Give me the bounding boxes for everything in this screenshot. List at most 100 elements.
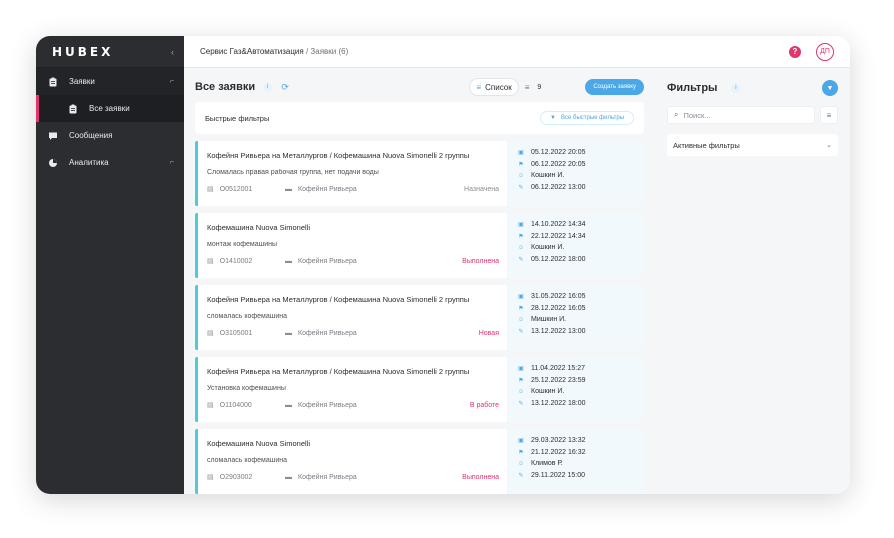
sidebar-item-messages[interactable]: Сообщения [36, 122, 184, 149]
wrench-icon: ✎ [518, 185, 524, 192]
request-title[interactable]: Кофемашина Nuova Simonelli [207, 223, 499, 232]
logo: HUBEX [52, 44, 114, 59]
document-icon: ▤ [207, 258, 214, 265]
assignee: Кошкин И. [531, 172, 565, 180]
quick-filters-panel: Быстрые фильтры ▼ Все быстрые фильтры [195, 102, 644, 134]
topbar: Сервис Газ&Автоматизация / Заявки (6) ? … [184, 36, 850, 68]
request-number-group: ▤ O2903002 [207, 473, 285, 482]
user-icon: ☺ [517, 460, 525, 467]
avatar[interactable]: ДП [816, 42, 834, 61]
quick-filters-label: Быстрые фильтры [205, 113, 270, 123]
filters-panel: Фильтры i ▼ ⌕ ≡ Активные фильтры ⌄ [656, 68, 850, 494]
request-number-group: ▤ O0512001 [207, 185, 285, 194]
view-list-button[interactable]: ≡ Список [469, 78, 519, 96]
sidebar: HUBEX ‹ Заявки ⌐ Все заявки Сообщения Ан… [36, 36, 184, 494]
content: Все заявки i ⟳ ≡ Список ≡ 9 Создать заяв… [184, 68, 850, 494]
request-number: O1104000 [219, 401, 252, 409]
sort-button[interactable]: ≡ [820, 106, 838, 124]
request-title[interactable]: Кофемашина Nuova Simonelli [207, 439, 499, 448]
request-card-details: ▣ 11.04.2022 15:27 ⚑ 25.12.2022 23:59 ☺ … [507, 357, 644, 422]
work-date-row: ✎ 29.11.2022 15:00 [517, 471, 644, 481]
deadline-row: ⚑ 21.12.2022 16:32 [517, 447, 644, 457]
request-card-main: Кофемашина Nuova Simonelli монтаж кофема… [198, 213, 507, 278]
briefcase-icon: ▬ [285, 185, 292, 193]
document-icon: ▤ [207, 402, 214, 409]
request-card-main: Кофейня Ривьера на Металлургов / Кофемаш… [198, 357, 507, 422]
request-number: O0512001 [219, 185, 253, 193]
request-meta: ▤ O1410002 ▬ Кофейня Ривьера Выполнена [207, 257, 499, 266]
breadcrumb-service[interactable]: Сервис Газ&Автоматизация [200, 47, 304, 56]
info-icon[interactable]: i [263, 82, 273, 92]
filter-toggle-button[interactable]: ▼ [822, 80, 838, 96]
breadcrumb: Сервис Газ&Автоматизация / Заявки (6) [200, 47, 789, 56]
work-date: 05.12.2022 18:00 [531, 256, 586, 264]
chevron-down-icon: ⌄ [826, 142, 832, 149]
request-card-details: ▣ 29.03.2022 13:32 ⚑ 21.12.2022 16:32 ☺ … [507, 429, 644, 494]
search-input[interactable] [683, 110, 804, 120]
view-count-button[interactable]: ≡ 9 [525, 83, 542, 92]
request-company: Кофейня Ривьера [298, 473, 357, 481]
request-card[interactable]: Кофемашина Nuova Simonelli сломалась коф… [195, 429, 644, 494]
briefcase-icon: ▬ [285, 401, 292, 409]
request-company: Кофейня Ривьера [298, 185, 357, 193]
request-card-main: Кофейня Ривьера на Металлургов / Кофемаш… [198, 285, 507, 350]
sidebar-item-all-requests[interactable]: Все заявки [36, 95, 184, 122]
sidebar-header: HUBEX ‹ [36, 36, 184, 68]
menu-icon: ≡ [524, 82, 530, 92]
wrench-icon: ✎ [518, 257, 524, 264]
request-card[interactable]: Кофемашина Nuova Simonelli монтаж кофема… [195, 213, 644, 278]
collapse-sidebar-icon[interactable]: ‹ [171, 47, 174, 57]
request-cards: Кофейня Ривьера на Металлургов / Кофемаш… [195, 141, 644, 494]
sidebar-item-requests[interactable]: Заявки ⌐ [36, 68, 184, 95]
filters-header: Фильтры i ▼ [667, 78, 838, 98]
document-icon: ▤ [207, 474, 214, 481]
calendar-icon: ▣ [518, 221, 524, 228]
breadcrumb-current: Заявки (6) [310, 47, 349, 56]
chevron-icon: ⌐ [169, 78, 174, 85]
sidebar-item-analytics[interactable]: Аналитика ⌐ [36, 149, 184, 176]
view-list-label: Список [485, 82, 512, 92]
work-date: 13.12.2022 13:00 [531, 328, 586, 336]
assignee-row: ☺ Кошкин И. [517, 171, 644, 181]
request-card-main: Кофемашина Nuova Simonelli сломалась коф… [198, 429, 507, 494]
all-quick-filters-button[interactable]: ▼ Все быстрые фильтры [540, 111, 634, 125]
filter-icon: ▼ [550, 115, 556, 121]
info-icon[interactable]: i [731, 83, 741, 93]
user-icon: ☺ [517, 388, 525, 395]
created-date-row: ▣ 05.12.2022 20:05 [517, 147, 644, 157]
flag-icon: ⚑ [518, 305, 524, 312]
work-date-row: ✎ 05.12.2022 18:00 [517, 255, 644, 265]
requests-list: Все заявки i ⟳ ≡ Список ≡ 9 Создать заяв… [184, 68, 656, 494]
assignee: Климов Р. [531, 460, 563, 468]
request-title[interactable]: Кофейня Ривьера на Металлургов / Кофемаш… [207, 151, 499, 160]
flag-icon: ⚑ [518, 377, 524, 384]
chevron-icon: ⌐ [169, 159, 174, 166]
assignee-row: ☺ Климов Р. [517, 459, 644, 469]
request-title[interactable]: Кофейня Ривьера на Металлургов / Кофемаш… [207, 295, 499, 304]
created-date-row: ▣ 29.03.2022 13:32 [517, 435, 644, 445]
work-date-row: ✎ 06.12.2022 13:00 [517, 183, 644, 193]
help-icon[interactable]: ? [789, 45, 801, 58]
chat-icon [48, 131, 58, 141]
status-badge: Выполнена [462, 257, 499, 265]
request-card[interactable]: Кофейня Ривьера на Металлургов / Кофемаш… [195, 141, 644, 206]
request-title[interactable]: Кофейня Ривьера на Металлургов / Кофемаш… [207, 367, 499, 376]
wrench-icon: ✎ [518, 473, 524, 480]
request-meta: ▤ O2903002 ▬ Кофейня Ривьера Выполнена [207, 473, 499, 482]
deadline-date: 25.12.2022 23:59 [531, 376, 586, 384]
created-date: 11.04.2022 15:27 [531, 364, 585, 372]
create-request-button[interactable]: Создать заявку [585, 79, 644, 95]
request-number: O1410002 [219, 257, 253, 265]
assignee: Мишкин И. [531, 316, 567, 324]
request-card[interactable]: Кофейня Ривьера на Металлургов / Кофемаш… [195, 285, 644, 350]
briefcase-icon: ▬ [285, 473, 292, 481]
request-card[interactable]: Кофейня Ривьера на Металлургов / Кофемаш… [195, 357, 644, 422]
flag-icon: ⚑ [518, 449, 524, 456]
request-company-group: ▬ Кофейня Ривьера [285, 330, 479, 337]
status-badge: Выполнена [462, 473, 499, 481]
active-filters-dropdown[interactable]: Активные фильтры ⌄ [667, 134, 838, 156]
request-description: Установка кофемашины [207, 385, 286, 392]
user-icon: ☺ [517, 244, 525, 251]
all-quick-filters-label: Все быстрые фильтры [561, 115, 624, 121]
refresh-icon[interactable]: ⟳ [280, 82, 290, 92]
